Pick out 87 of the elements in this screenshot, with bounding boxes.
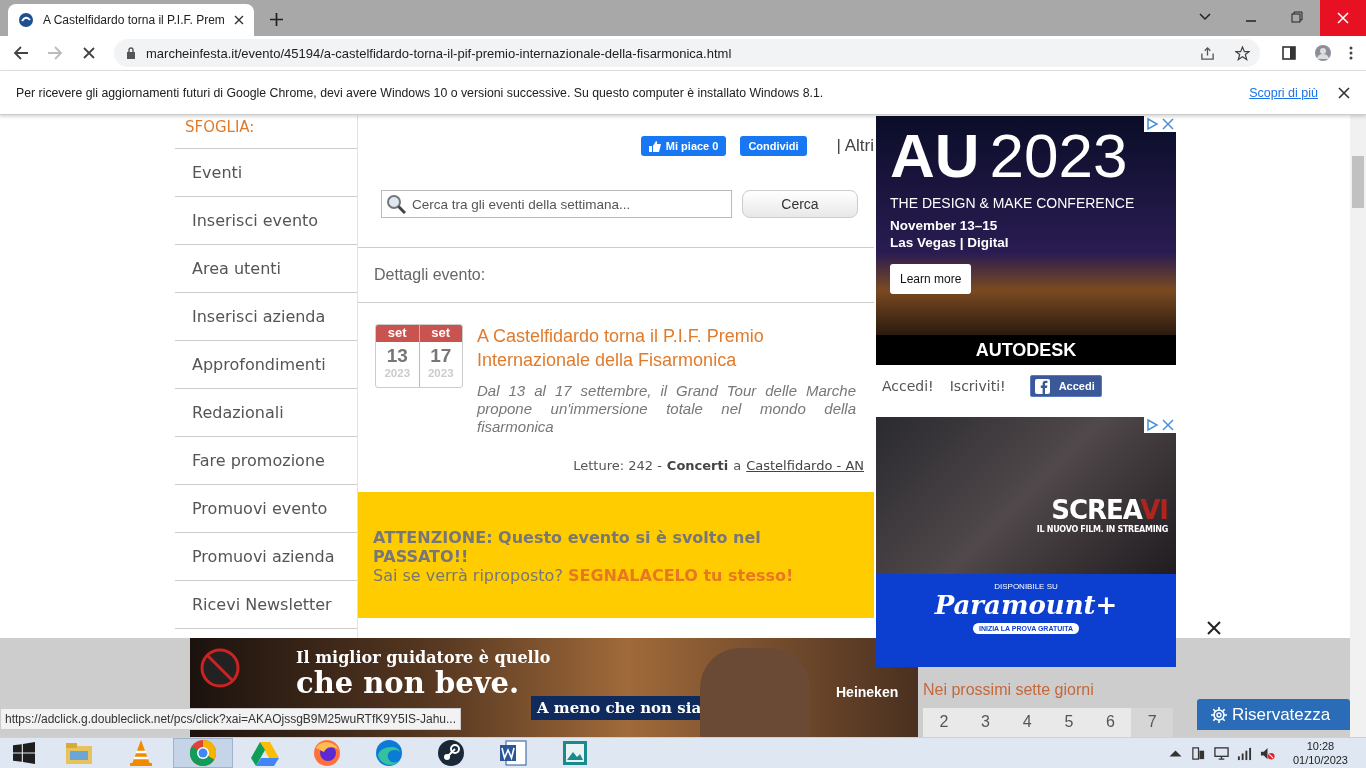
date-day: 17 [430,345,452,367]
thumbs-up-icon [648,140,661,152]
close-icon[interactable] [233,15,244,25]
device-icon[interactable] [1190,745,1206,761]
browser-tab[interactable]: A Castelfidardo torna il P.I.F. Prem [8,4,254,36]
film-title: SCREA [1051,495,1141,525]
search-icon [386,194,406,214]
ad-brand: Heineken [836,684,899,700]
calendar-day[interactable]: 2 [923,708,965,737]
privacy-button[interactable]: Riservatezza [1197,699,1350,730]
calendar-day[interactable]: 3 [964,708,1007,737]
section-title: Dettagli evento: [358,247,874,303]
ad-choices-icon[interactable] [1145,117,1159,131]
calendar-day[interactable]: 6 [1089,708,1132,737]
ad-slogan: che non beve. [296,667,520,699]
sidebar-link[interactable]: Approfondimenti [175,341,357,389]
event-category: Concerti [666,458,729,473]
ad-tagline: THE DESIGN & MAKE CONFERENCE [890,194,1136,212]
close-icon[interactable] [1338,86,1350,99]
search-button[interactable]: Cerca [742,190,858,218]
sign-in-link[interactable]: Accedi! [882,378,934,394]
update-message: Per ricevere gli aggiornamenti futuri di Google Chrome, devi avere Windows 10 o versioni successive. Su questo computer è installato Windows 8.1. [16,85,824,100]
learn-more-button[interactable]: Learn more [890,264,972,294]
share-icon[interactable] [1200,45,1215,61]
sidebar-link[interactable]: Area utenti [175,245,357,293]
sidebar-link[interactable]: Redazionali [175,389,357,437]
gear-icon [1211,706,1227,723]
no-drink-icon [200,648,240,688]
sidebar-link[interactable]: Promuovi evento [175,485,357,533]
monitor-icon[interactable] [1213,745,1229,761]
learn-more-link[interactable]: Scopri di più [1249,85,1318,100]
restore-icon[interactable] [1291,11,1303,23]
sidebar-link[interactable]: Promuovi azienda [175,533,357,581]
calendar-day[interactable]: 7 [1131,708,1174,737]
close-icon[interactable] [1207,621,1221,635]
sidebar-link[interactable]: Eventi [175,149,357,197]
signal-icon[interactable] [1236,745,1252,761]
clock-time[interactable]: 10:28 [1306,739,1335,753]
past-event-warning: ATTENZIONE: Questo evento si è svolto nel PASSATO!! [373,528,762,566]
date-month: set [376,325,419,342]
lock-icon [126,47,136,59]
facebook-logo-icon [1034,378,1050,394]
calendar-title: Nei prossimi sette giorni [923,681,1095,699]
like-button[interactable]: Mi piace 0 [640,136,727,156]
sidebar-heading: SFOGLIA: [175,115,357,149]
event-description: Dal 13 al 17 settembre, il Grand Tour delle Marche propone un'immersione totale nel mondo della fisarmonica [477,382,856,436]
star-icon[interactable] [1235,45,1250,61]
facebook-login-button[interactable]: Accedi [1029,375,1102,397]
streaming-service-name: Paramount+ [934,591,1118,619]
date-month: set [419,325,462,342]
new-tab-icon[interactable] [269,13,283,26]
conference-ad[interactable]: AU 2023 THE DESIGN & MAKE CONFERENCE November 13–15 Las Vegas | Digital Learn more AUTODESK [876,116,1176,365]
calendar-day[interactable]: 4 [1006,708,1048,737]
site-favicon-icon [18,12,34,28]
ad-choices-icon[interactable] [1145,418,1159,432]
tab-title: A Castelfidardo torna il P.I.F. Prem [43,13,225,27]
start-icon[interactable] [13,742,35,764]
ad-year: 2023 [989,126,1128,186]
chevron-down-icon[interactable] [1199,11,1211,23]
sidebar-link[interactable]: Inserisci azienda [175,293,357,341]
ad-place: Las Vegas | Digital [890,235,1010,250]
notice-question: Sai se verrà riproposto? [373,566,563,585]
ad-brand: AUTODESK [876,335,1176,365]
scrollbar[interactable] [1350,115,1366,737]
sidebar-link[interactable]: Inserisci evento [175,197,357,245]
sidebar-link[interactable]: Fare promozione [175,437,357,485]
search-field[interactable]: Cerca tra gli eventi della settimana... [381,190,732,218]
more-link[interactable]: | Altri [836,136,874,156]
sidebar-link[interactable]: Ricevi Newsletter [175,581,357,629]
availability-text: DISPONIBILE SU [994,582,1058,591]
ad-headline: AU [890,126,980,186]
register-link[interactable]: Iscriviti! [949,378,1006,394]
clock-date[interactable]: 01/10/2023 [1292,753,1348,767]
calendar-day[interactable]: 5 [1048,708,1090,737]
ad-date: November 13–15 [890,218,999,233]
film-subtitle: IL NUOVO FILM. IN STREAMING [1036,525,1168,534]
location-link[interactable]: Castelfidardo - AN [746,458,864,473]
address-bar[interactable]: marcheinfesta.it/evento/45194/a-castelfidardo-torna-il-pif-premio-internazionale-della-fisarmonica.html [114,39,1260,67]
date-day: 13 [386,345,408,367]
reads-count: Letture: 242 - [573,458,662,473]
location-connector: a [733,458,742,473]
film-numeral: VI [1140,495,1168,525]
ad-line: Il miglior guidatore è quello [296,648,551,667]
status-url: https://adclick.g.doubleclick.net/pcs/click?xai=AKAOjssgB9M25wuRTfK9Y5IS-Jahu... [0,708,461,730]
muted-speaker-icon[interactable] [1259,745,1275,761]
close-icon [1337,12,1349,24]
share-button[interactable]: Condividi [740,136,807,156]
